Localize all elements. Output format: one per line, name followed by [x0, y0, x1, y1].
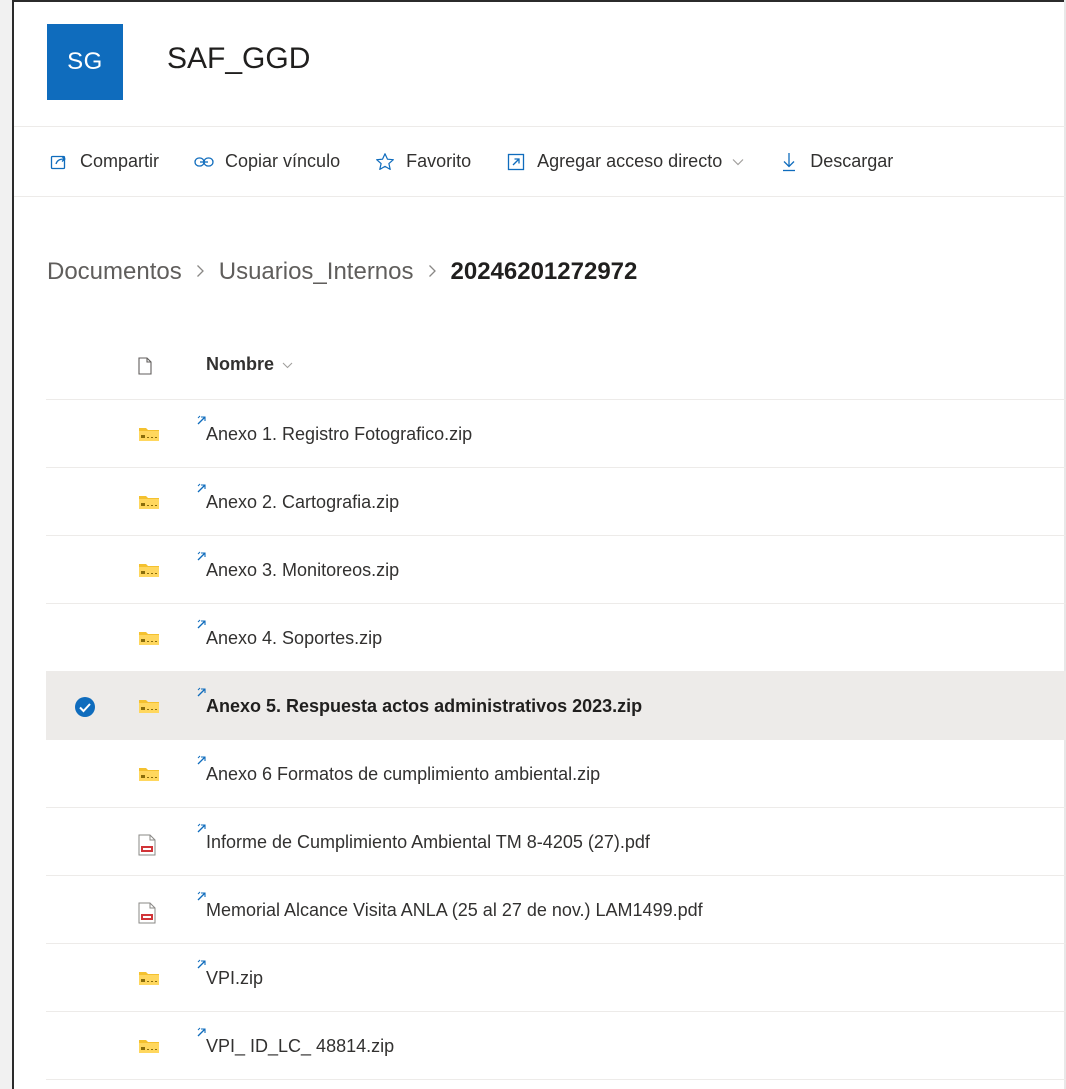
- file-name-link[interactable]: VPI.zip: [206, 968, 263, 989]
- file-name-link[interactable]: Anexo 6 Formatos de cumplimiento ambient…: [206, 764, 600, 785]
- breadcrumb-item-usuarios-internos[interactable]: Usuarios_Internos: [219, 258, 414, 286]
- add-shortcut-label: Agregar acceso directo: [537, 151, 723, 171]
- list-header: Nombre: [46, 330, 1066, 400]
- file-name-link[interactable]: VPI_ ID_LC_ 48814.zip: [206, 1036, 394, 1057]
- download-button[interactable]: Descargar: [778, 151, 893, 173]
- file-row[interactable]: Memorial Alcance Visita ANLA (25 al 27 d…: [46, 876, 1066, 944]
- site-title[interactable]: SAF_GGD: [167, 42, 310, 76]
- link-icon: [193, 151, 215, 173]
- zip-folder-icon: [138, 698, 160, 719]
- file-row[interactable]: VPI.zip: [46, 944, 1066, 1012]
- site-header: SG SAF_GGD: [14, 2, 1066, 127]
- file-rows: Anexo 1. Registro Fotografico.zip Anexo 2…: [46, 400, 1066, 1080]
- selected-check-icon[interactable]: [74, 696, 96, 718]
- column-header-name-label: Nombre: [206, 354, 275, 374]
- file-name-link[interactable]: Informe de Cumplimiento Ambiental TM 8-4…: [206, 832, 650, 853]
- file-type-column-icon[interactable]: [138, 357, 152, 380]
- column-header-name[interactable]: Nombre: [206, 354, 293, 375]
- breadcrumb-item-documentos[interactable]: Documentos: [47, 258, 182, 286]
- file-name-link[interactable]: Anexo 4. Soportes.zip: [206, 628, 382, 649]
- pdf-file-icon: [138, 834, 156, 861]
- share-label: Compartir: [80, 151, 160, 171]
- file-row[interactable]: VPI_ ID_LC_ 48814.zip: [46, 1012, 1066, 1080]
- file-row[interactable]: Anexo 4. Soportes.zip: [46, 604, 1066, 672]
- file-name-link[interactable]: Memorial Alcance Visita ANLA (25 al 27 d…: [206, 900, 703, 921]
- zip-folder-icon: [138, 426, 160, 447]
- copy-link-button[interactable]: Copiar vínculo: [193, 151, 340, 173]
- breadcrumb-current-folder: 20246201272972: [450, 258, 638, 285]
- chevron-right-icon: [428, 262, 437, 283]
- chevron-right-icon: [196, 262, 205, 283]
- file-name-link[interactable]: Anexo 2. Cartografia.zip: [206, 492, 399, 513]
- shortcut-icon: [505, 151, 527, 173]
- download-label: Descargar: [810, 151, 894, 171]
- chevron-down-icon[interactable]: [732, 155, 744, 169]
- file-row[interactable]: Informe de Cumplimiento Ambiental TM 8-4…: [46, 808, 1066, 876]
- file-row[interactable]: Anexo 5. Respuesta actos administrativos…: [46, 672, 1066, 740]
- star-icon: [374, 151, 396, 173]
- zip-folder-icon: [138, 970, 160, 991]
- copy-link-label: Copiar vínculo: [225, 151, 341, 171]
- favorite-label: Favorito: [406, 151, 472, 171]
- add-shortcut-button[interactable]: Agregar acceso directo: [505, 151, 744, 173]
- share-icon: [48, 151, 70, 173]
- zip-folder-icon: [138, 766, 160, 787]
- share-button[interactable]: Compartir: [48, 151, 159, 173]
- file-name-link[interactable]: Anexo 3. Monitoreos.zip: [206, 560, 399, 581]
- zip-folder-icon: [138, 494, 160, 515]
- file-name-link[interactable]: Anexo 5. Respuesta actos administrativos…: [206, 696, 642, 717]
- site-logo-initials: SG: [67, 48, 103, 75]
- zip-folder-icon: [138, 1038, 160, 1059]
- zip-folder-icon: [138, 630, 160, 651]
- breadcrumb: Documentos Usuarios_Internos 20246201272…: [47, 258, 637, 286]
- file-row[interactable]: Anexo 2. Cartografia.zip: [46, 468, 1066, 536]
- file-name-link[interactable]: Anexo 1. Registro Fotografico.zip: [206, 424, 472, 445]
- file-list: Nombre Anexo 1. Registro Fotografico.zip…: [46, 330, 1066, 1080]
- file-row[interactable]: Anexo 6 Formatos de cumplimiento ambient…: [46, 740, 1066, 808]
- file-row[interactable]: Anexo 3. Monitoreos.zip: [46, 536, 1066, 604]
- site-logo[interactable]: SG: [47, 24, 123, 100]
- download-icon: [778, 151, 800, 173]
- command-bar: Compartir Copiar vínculo Favorito Agrega…: [14, 127, 1066, 197]
- zip-folder-icon: [138, 562, 160, 583]
- favorite-button[interactable]: Favorito: [374, 151, 471, 173]
- file-row[interactable]: Anexo 1. Registro Fotografico.zip: [46, 400, 1066, 468]
- pdf-file-icon: [138, 902, 156, 929]
- chevron-down-icon: [282, 358, 293, 372]
